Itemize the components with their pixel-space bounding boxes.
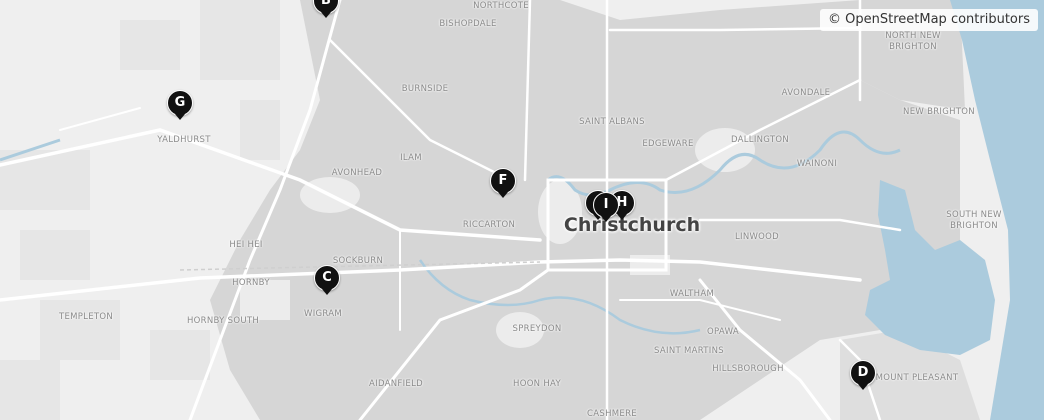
marker-label: C [322,270,332,285]
basemap [0,0,1044,420]
suburb-label-new-brighton: NEW BRIGHTON [903,107,975,117]
suburb-label-bishopdale: BISHOPDALE [439,19,497,29]
suburb-label-waltham: WALTHAM [669,289,715,299]
suburb-label-edgeware: EDGEWARE [642,139,694,149]
suburb-label-saint-albans: SAINT ALBANS [579,117,645,127]
marker-label: B [321,0,331,8]
marker-label: D [857,365,869,380]
marker-label: G [174,95,186,110]
suburb-label-riccarton: RICCARTON [462,220,516,230]
map-marker-c[interactable]: C [314,265,340,299]
suburb-label-hornby-south: HORNBY SOUTH [186,316,260,326]
suburb-label-northcote: NORTHCOTE [473,1,529,11]
suburb-label-dallington: DALLINGTON [730,135,790,145]
suburb-label-yaldhurst: YALDHURST [157,135,211,145]
marker-label: I [603,197,609,212]
suburb-label-mount-pleasant: MOUNT PLEASANT [875,373,959,383]
suburb-label-hillsborough: HILLSBOROUGH [712,364,784,374]
map-canvas[interactable]: © OpenStreetMap contributors NORTHCOTE B… [0,0,1044,420]
map-marker-i[interactable]: I [593,192,619,226]
map-marker-g[interactable]: G [167,90,193,124]
suburb-label-ilam: ILAM [400,153,422,163]
suburb-label-avonhead: AVONHEAD [331,168,383,178]
suburb-label-linwood: LINWOOD [734,232,780,242]
suburb-label-sockburn: SOCKBURN [332,256,384,266]
suburb-label-aidanfield: AIDANFIELD [369,379,423,389]
map-marker-f[interactable]: F [490,168,516,202]
suburb-label-spreydon: SPREYDON [512,324,562,334]
suburb-label-avondale: AVONDALE [781,88,831,98]
suburb-label-saint-martins: SAINT MARTINS [654,346,724,356]
suburb-label-cashmere: CASHMERE [587,409,637,419]
map-marker-b[interactable]: B [313,0,339,22]
suburb-label-opawa: OPAWA [707,327,739,337]
suburb-label-north-new-brighton: NORTH NEW BRIGHTON [885,31,941,52]
suburb-label-hei-hei: HEI HEI [229,240,263,250]
map-marker-d[interactable]: D [850,360,876,394]
marker-label: F [498,173,508,188]
suburb-label-templeton: TEMPLETON [58,312,114,322]
suburb-label-south-new-brighton: SOUTH NEW BRIGHTON [946,210,1002,231]
suburb-label-burnside: BURNSIDE [401,84,449,94]
suburb-label-wigram: WIGRAM [303,309,343,319]
suburb-label-hoon-hay: HOON HAY [513,379,561,389]
suburb-label-wainoni: WAINONI [796,159,838,169]
map-attribution[interactable]: © OpenStreetMap contributors [820,9,1038,31]
suburb-label-hornby: HORNBY [232,278,270,288]
